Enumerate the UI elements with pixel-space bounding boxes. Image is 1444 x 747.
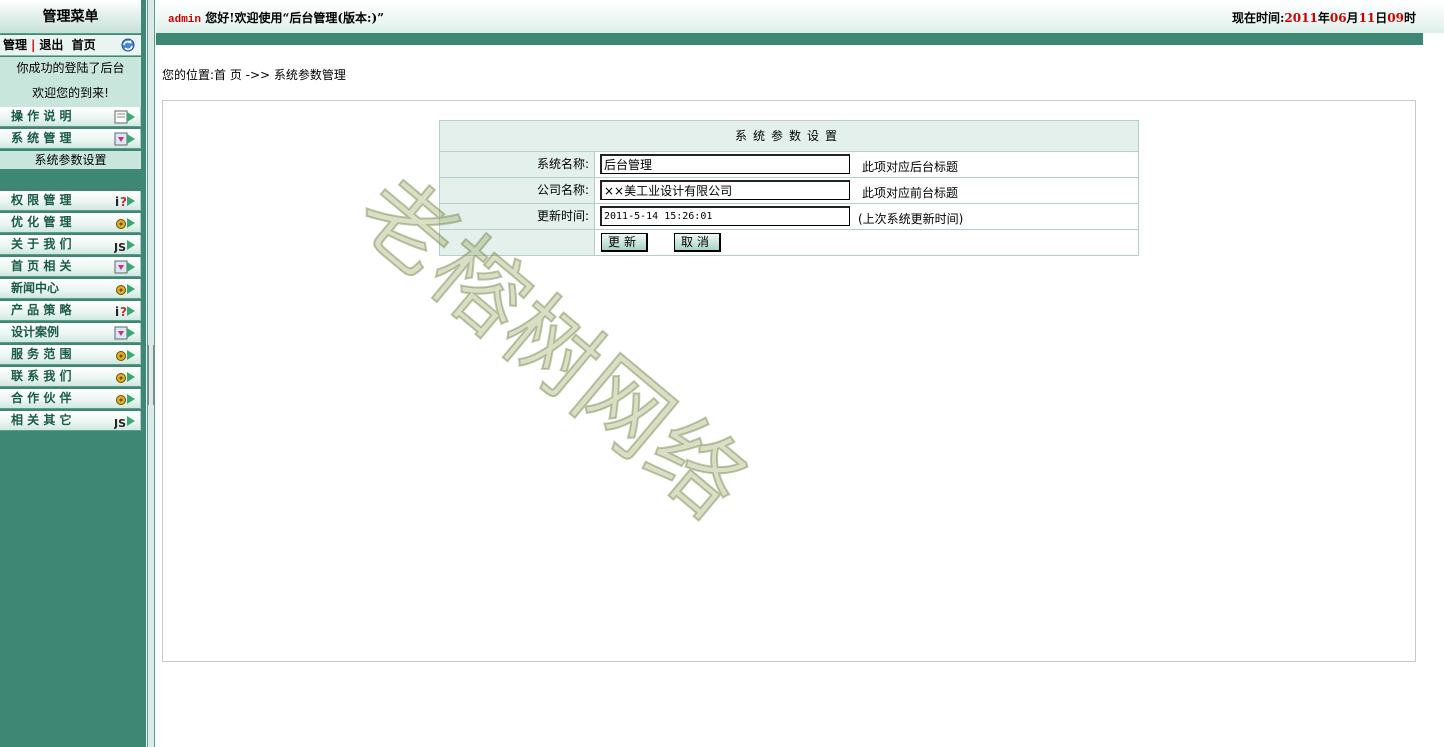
- time-year: 2011: [1284, 11, 1318, 25]
- username: admin: [168, 14, 202, 26]
- system-settings-form: 系统参数设置 系统名称: 此项对应后台标题 公司名称: 此项对应前台标题 更新时…: [439, 120, 1139, 256]
- field-row-company-name: 公司名称: 此项对应前台标题: [440, 178, 1138, 204]
- sidebar-title: 管理菜单: [0, 0, 141, 34]
- menu-item-label: 设计案例: [11, 325, 60, 339]
- update-time-label: 更新时间:: [440, 204, 595, 229]
- cancel-button[interactable]: 取消: [674, 233, 721, 252]
- company-name-input[interactable]: [600, 180, 850, 200]
- menu-item-home-related[interactable]: 首 页 相 关: [0, 257, 141, 277]
- svg-text:?: ?: [120, 195, 127, 209]
- menu-item-product-strategy[interactable]: 产 品 策 略 i ?: [0, 301, 141, 321]
- svg-text:JS: JS: [114, 417, 126, 429]
- company-name-label: 公司名称:: [440, 178, 595, 203]
- home-link[interactable]: 首页: [72, 38, 96, 52]
- system-name-input[interactable]: [600, 154, 850, 174]
- js-icon: JS: [114, 240, 135, 253]
- gear-icon: [116, 394, 135, 405]
- welcome-line-2: 欢迎您的到来!: [32, 86, 109, 100]
- gear-icon: [116, 372, 135, 383]
- menu-item-label: 新闻中心: [11, 281, 60, 295]
- menu-item-label: 联 系 我 们: [11, 369, 72, 383]
- greeting-text: 您好!欢迎使用“后台管理(版本:)”: [205, 11, 385, 25]
- download-icon: [114, 326, 135, 340]
- field-row-update-time: 更新时间: (上次系统更新时间): [440, 204, 1138, 230]
- breadcrumb: 您的位置:首 页 ->> 系统参数管理: [162, 68, 346, 82]
- settings-title: 系统参数设置: [440, 121, 1138, 152]
- splitter-grip[interactable]: [148, 345, 154, 405]
- menu-item-label: 合 作 伙 伴: [11, 391, 72, 405]
- welcome-message: 你成功的登陆了后台 欢迎您的到来!: [0, 57, 141, 107]
- menu-item-label: 关 于 我 们: [11, 237, 72, 251]
- header-divider-bar: [156, 33, 1423, 45]
- company-name-hint: 此项对应前台标题: [862, 186, 959, 200]
- svg-text:JS: JS: [114, 241, 126, 253]
- svg-text:?: ?: [120, 305, 127, 319]
- gear-icon: [116, 350, 135, 361]
- button-row-spacer: [440, 230, 595, 255]
- system-name-hint: 此项对应后台标题: [862, 160, 959, 174]
- info-icon: i ?: [115, 195, 135, 209]
- info-icon: i ?: [115, 305, 135, 319]
- time-month-unit: 月: [1346, 11, 1359, 25]
- button-row: 更新 取消: [440, 230, 1138, 255]
- menu-item-instructions[interactable]: 操 作 说 明: [0, 107, 141, 127]
- menu-item-label: 操 作 说 明: [11, 109, 72, 123]
- welcome-line-1: 你成功的登陆了后台: [16, 61, 125, 75]
- sidebar-links: 管理 | 退出 首页: [0, 35, 141, 56]
- update-time-hint: (上次系统更新时间): [858, 212, 964, 226]
- sidebar: 管理菜单 管理 | 退出 首页 你成功的登陆了后台 欢迎您的到来! 操 作 说 明 …: [0, 0, 146, 747]
- time-day: 11: [1358, 11, 1376, 25]
- menu-item-optimize[interactable]: 优 化 管 理: [0, 213, 141, 233]
- download-icon: [114, 132, 135, 146]
- time-year-unit: 年: [1317, 11, 1330, 25]
- menu-item-label: 首 页 相 关: [11, 259, 72, 273]
- menu-item-news[interactable]: 新闻中心: [0, 279, 141, 299]
- field-row-system-name: 系统名称: 此项对应后台标题: [440, 152, 1138, 178]
- menu-item-label: 相 关 其 它: [11, 413, 72, 427]
- time-prefix: 现在时间:: [1231, 11, 1285, 25]
- menu-item-permissions[interactable]: 权 限 管 理 i ?: [0, 191, 141, 211]
- time-hour: 09: [1387, 11, 1404, 25]
- gear-icon: [116, 284, 135, 295]
- menu-item-design-cases[interactable]: 设计案例: [0, 323, 141, 343]
- update-time-input[interactable]: [600, 206, 850, 226]
- submenu-item-system-params[interactable]: 系统参数设置: [0, 151, 141, 169]
- refresh-icon[interactable]: [119, 37, 137, 53]
- menu-item-label: 优 化 管 理: [11, 215, 72, 229]
- time-day-unit: 日: [1375, 11, 1388, 25]
- time-month: 06: [1329, 11, 1347, 25]
- menu-item-partners[interactable]: 合 作 伙 伴: [0, 389, 141, 409]
- svg-text:i: i: [115, 195, 119, 209]
- menu-item-label: 服 务 范 围: [11, 347, 72, 361]
- logout-link[interactable]: 退出: [39, 38, 63, 52]
- system-name-label: 系统名称:: [440, 152, 595, 177]
- js-icon: JS: [114, 416, 135, 429]
- sidebar-splitter[interactable]: [146, 0, 156, 747]
- menu-item-label: 产 品 策 略: [11, 303, 72, 317]
- svg-text:i: i: [115, 305, 119, 319]
- menu-item-about[interactable]: 关 于 我 们 JS: [0, 235, 141, 255]
- menu-item-label: 系 统 管 理: [11, 131, 72, 145]
- menu-item-others[interactable]: 相 关 其 它 JS: [0, 411, 141, 431]
- menu-item-system[interactable]: 系 统 管 理: [0, 129, 141, 149]
- menu-item-contact[interactable]: 联 系 我 们: [0, 367, 141, 387]
- menu-item-label: 权 限 管 理: [11, 193, 72, 207]
- header-greeting: admin 您好!欢迎使用“后台管理(版本:)”: [168, 9, 384, 26]
- time-hour-unit: 时: [1403, 11, 1416, 25]
- current-time: 现在时间:2011年06月11日09时: [1232, 9, 1416, 26]
- link-separator: |: [31, 38, 36, 52]
- download-icon: [114, 260, 135, 274]
- gear-icon: [116, 218, 135, 229]
- top-header: admin 您好!欢迎使用“后台管理(版本:)” 现在时间:2011年06月11…: [156, 0, 1444, 33]
- menu-item-services[interactable]: 服 务 范 围: [0, 345, 141, 365]
- manage-link[interactable]: 管理: [3, 38, 27, 52]
- notepad-icon: [114, 110, 135, 124]
- update-button[interactable]: 更新: [601, 233, 648, 252]
